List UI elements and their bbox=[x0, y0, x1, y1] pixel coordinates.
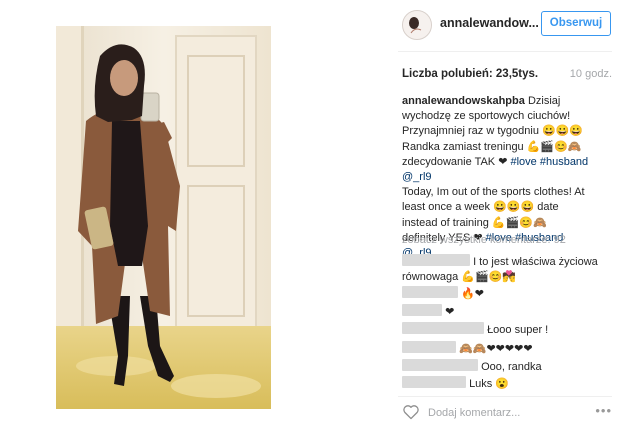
blurred-username bbox=[402, 376, 466, 388]
timestamp[interactable]: 10 godz. bbox=[570, 68, 612, 80]
heart-outline-icon[interactable] bbox=[402, 404, 420, 420]
mirror-selfie-image bbox=[56, 26, 271, 409]
post-header: annalewandow... Obserwuj bbox=[398, 8, 612, 44]
comment-text: Łooo super ! bbox=[487, 324, 549, 336]
blurred-username bbox=[402, 322, 484, 334]
comment-text: Luks 😮 bbox=[469, 378, 510, 390]
hashtag-husband[interactable]: #husband bbox=[540, 156, 588, 168]
footer-divider bbox=[398, 396, 612, 397]
comment-text: 🙈🙈❤❤❤❤❤ bbox=[459, 343, 533, 355]
view-all-comments-link[interactable]: zobacz wszystkie komentarze: 92 bbox=[402, 234, 566, 246]
comment-text: 🔥❤ bbox=[461, 288, 484, 300]
likes-count[interactable]: Liczba polubień: 23,5tys. bbox=[402, 68, 538, 80]
comment-item: Ooo, randka bbox=[402, 359, 542, 375]
comment-item: 🙈🙈❤❤❤❤❤ bbox=[402, 341, 533, 357]
comment-item: ❤ bbox=[402, 304, 454, 320]
caption-username[interactable]: annalewandowskahpba bbox=[402, 95, 525, 107]
comment-item: I to jest właściwa życiowa równowaga 💪🎬😊… bbox=[402, 254, 602, 284]
add-comment-input[interactable]: Dodaj komentarz... bbox=[428, 407, 520, 419]
more-options-icon[interactable]: ••• bbox=[595, 403, 612, 418]
comment-item: Luks 😮 bbox=[402, 376, 509, 392]
post-photo[interactable] bbox=[56, 26, 271, 409]
hashtag-love[interactable]: #love bbox=[510, 156, 536, 168]
blurred-username bbox=[402, 304, 442, 316]
blurred-username bbox=[402, 254, 470, 266]
comment-item: Łooo super ! bbox=[402, 322, 548, 338]
mention-rl9[interactable]: @_rl9 bbox=[402, 171, 432, 183]
header-divider bbox=[398, 51, 612, 52]
comment-item: 🔥❤ bbox=[402, 286, 484, 302]
username-link[interactable]: annalewandow... bbox=[440, 16, 539, 30]
profile-avatar[interactable] bbox=[402, 10, 432, 40]
blurred-username bbox=[402, 359, 478, 371]
likes-row: Liczba polubień: 23,5tys. 10 godz. bbox=[402, 68, 612, 80]
follow-button[interactable]: Obserwuj bbox=[541, 11, 611, 36]
blurred-username bbox=[402, 341, 456, 353]
avatar-image bbox=[403, 11, 431, 39]
instagram-post: annalewandow... Obserwuj Liczba polubień… bbox=[0, 0, 620, 431]
comment-text: ❤ bbox=[445, 306, 455, 318]
comment-text: Ooo, randka bbox=[481, 361, 542, 373]
blurred-username bbox=[402, 286, 458, 298]
post-actions: Dodaj komentarz... ••• bbox=[398, 398, 612, 428]
